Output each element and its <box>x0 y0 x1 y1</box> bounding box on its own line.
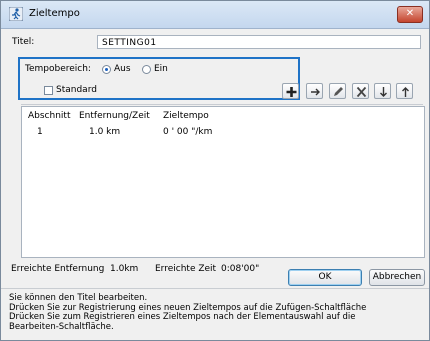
arrow-down-icon <box>380 87 387 97</box>
title-bar: Zieltempo ✕ <box>1 1 429 29</box>
column-header-target-tempo[interactable]: Zieltempo <box>163 111 209 121</box>
reached-time-value: 0:08'00" <box>221 264 260 274</box>
footer-divider <box>1 288 429 289</box>
edit-button[interactable] <box>329 83 346 99</box>
standard-checkbox[interactable] <box>44 86 53 95</box>
divider <box>21 104 423 105</box>
insert-button[interactable] <box>306 83 323 99</box>
title-label: Titel: <box>12 37 35 47</box>
reached-distance-value: 1.0km <box>110 264 139 274</box>
radio-aus-label[interactable]: Aus <box>114 64 131 74</box>
help-text: Sie können den Titel bearbeiten. Drücken… <box>9 293 367 332</box>
pencil-icon <box>334 87 343 96</box>
zieltempo-dialog: Zieltempo ✕ Titel: SETTING01 Tempobereic… <box>0 0 430 341</box>
runner-icon <box>9 7 23 21</box>
arrow-right-icon <box>311 88 320 96</box>
add-button[interactable] <box>282 83 299 99</box>
close-icon: ✕ <box>405 8 415 19</box>
table-row[interactable]: 1 1.0 km 0 ' 00 "/km <box>22 127 424 139</box>
tempo-range-label: Tempobereich: <box>25 64 91 74</box>
delete-x-icon <box>356 86 367 98</box>
row-tempo-cell: 0 ' 00 "/km <box>163 127 213 137</box>
delete-button[interactable] <box>352 83 369 99</box>
move-down-button[interactable] <box>374 83 391 99</box>
reached-distance-label: Erreichte Entfernung <box>11 264 105 274</box>
radio-aus[interactable] <box>102 65 111 74</box>
radio-ein[interactable] <box>142 65 151 74</box>
standard-label[interactable]: Standard <box>56 85 97 95</box>
column-header-distance[interactable]: Entfernung/Zeit <box>79 111 150 121</box>
row-distance-cell: 1.0 km <box>89 127 121 137</box>
row-section-cell: 1 <box>37 127 43 137</box>
close-button[interactable]: ✕ <box>397 6 423 23</box>
title-input[interactable]: SETTING01 <box>97 35 421 49</box>
radio-ein-label[interactable]: Ein <box>154 64 168 74</box>
move-up-button[interactable] <box>396 83 413 99</box>
arrow-up-icon <box>402 87 409 97</box>
window-title: Zieltempo <box>29 8 80 19</box>
ok-button[interactable]: OK <box>288 269 362 286</box>
tempo-list[interactable]: Abschnitt Entfernung/Zeit Zieltempo 1 1.… <box>21 106 425 258</box>
reached-time-label: Erreichte Zeit <box>155 264 217 274</box>
add-icon <box>286 87 297 97</box>
cancel-button[interactable]: Abbrechen <box>369 269 425 286</box>
column-header-section[interactable]: Abschnitt <box>28 111 70 121</box>
